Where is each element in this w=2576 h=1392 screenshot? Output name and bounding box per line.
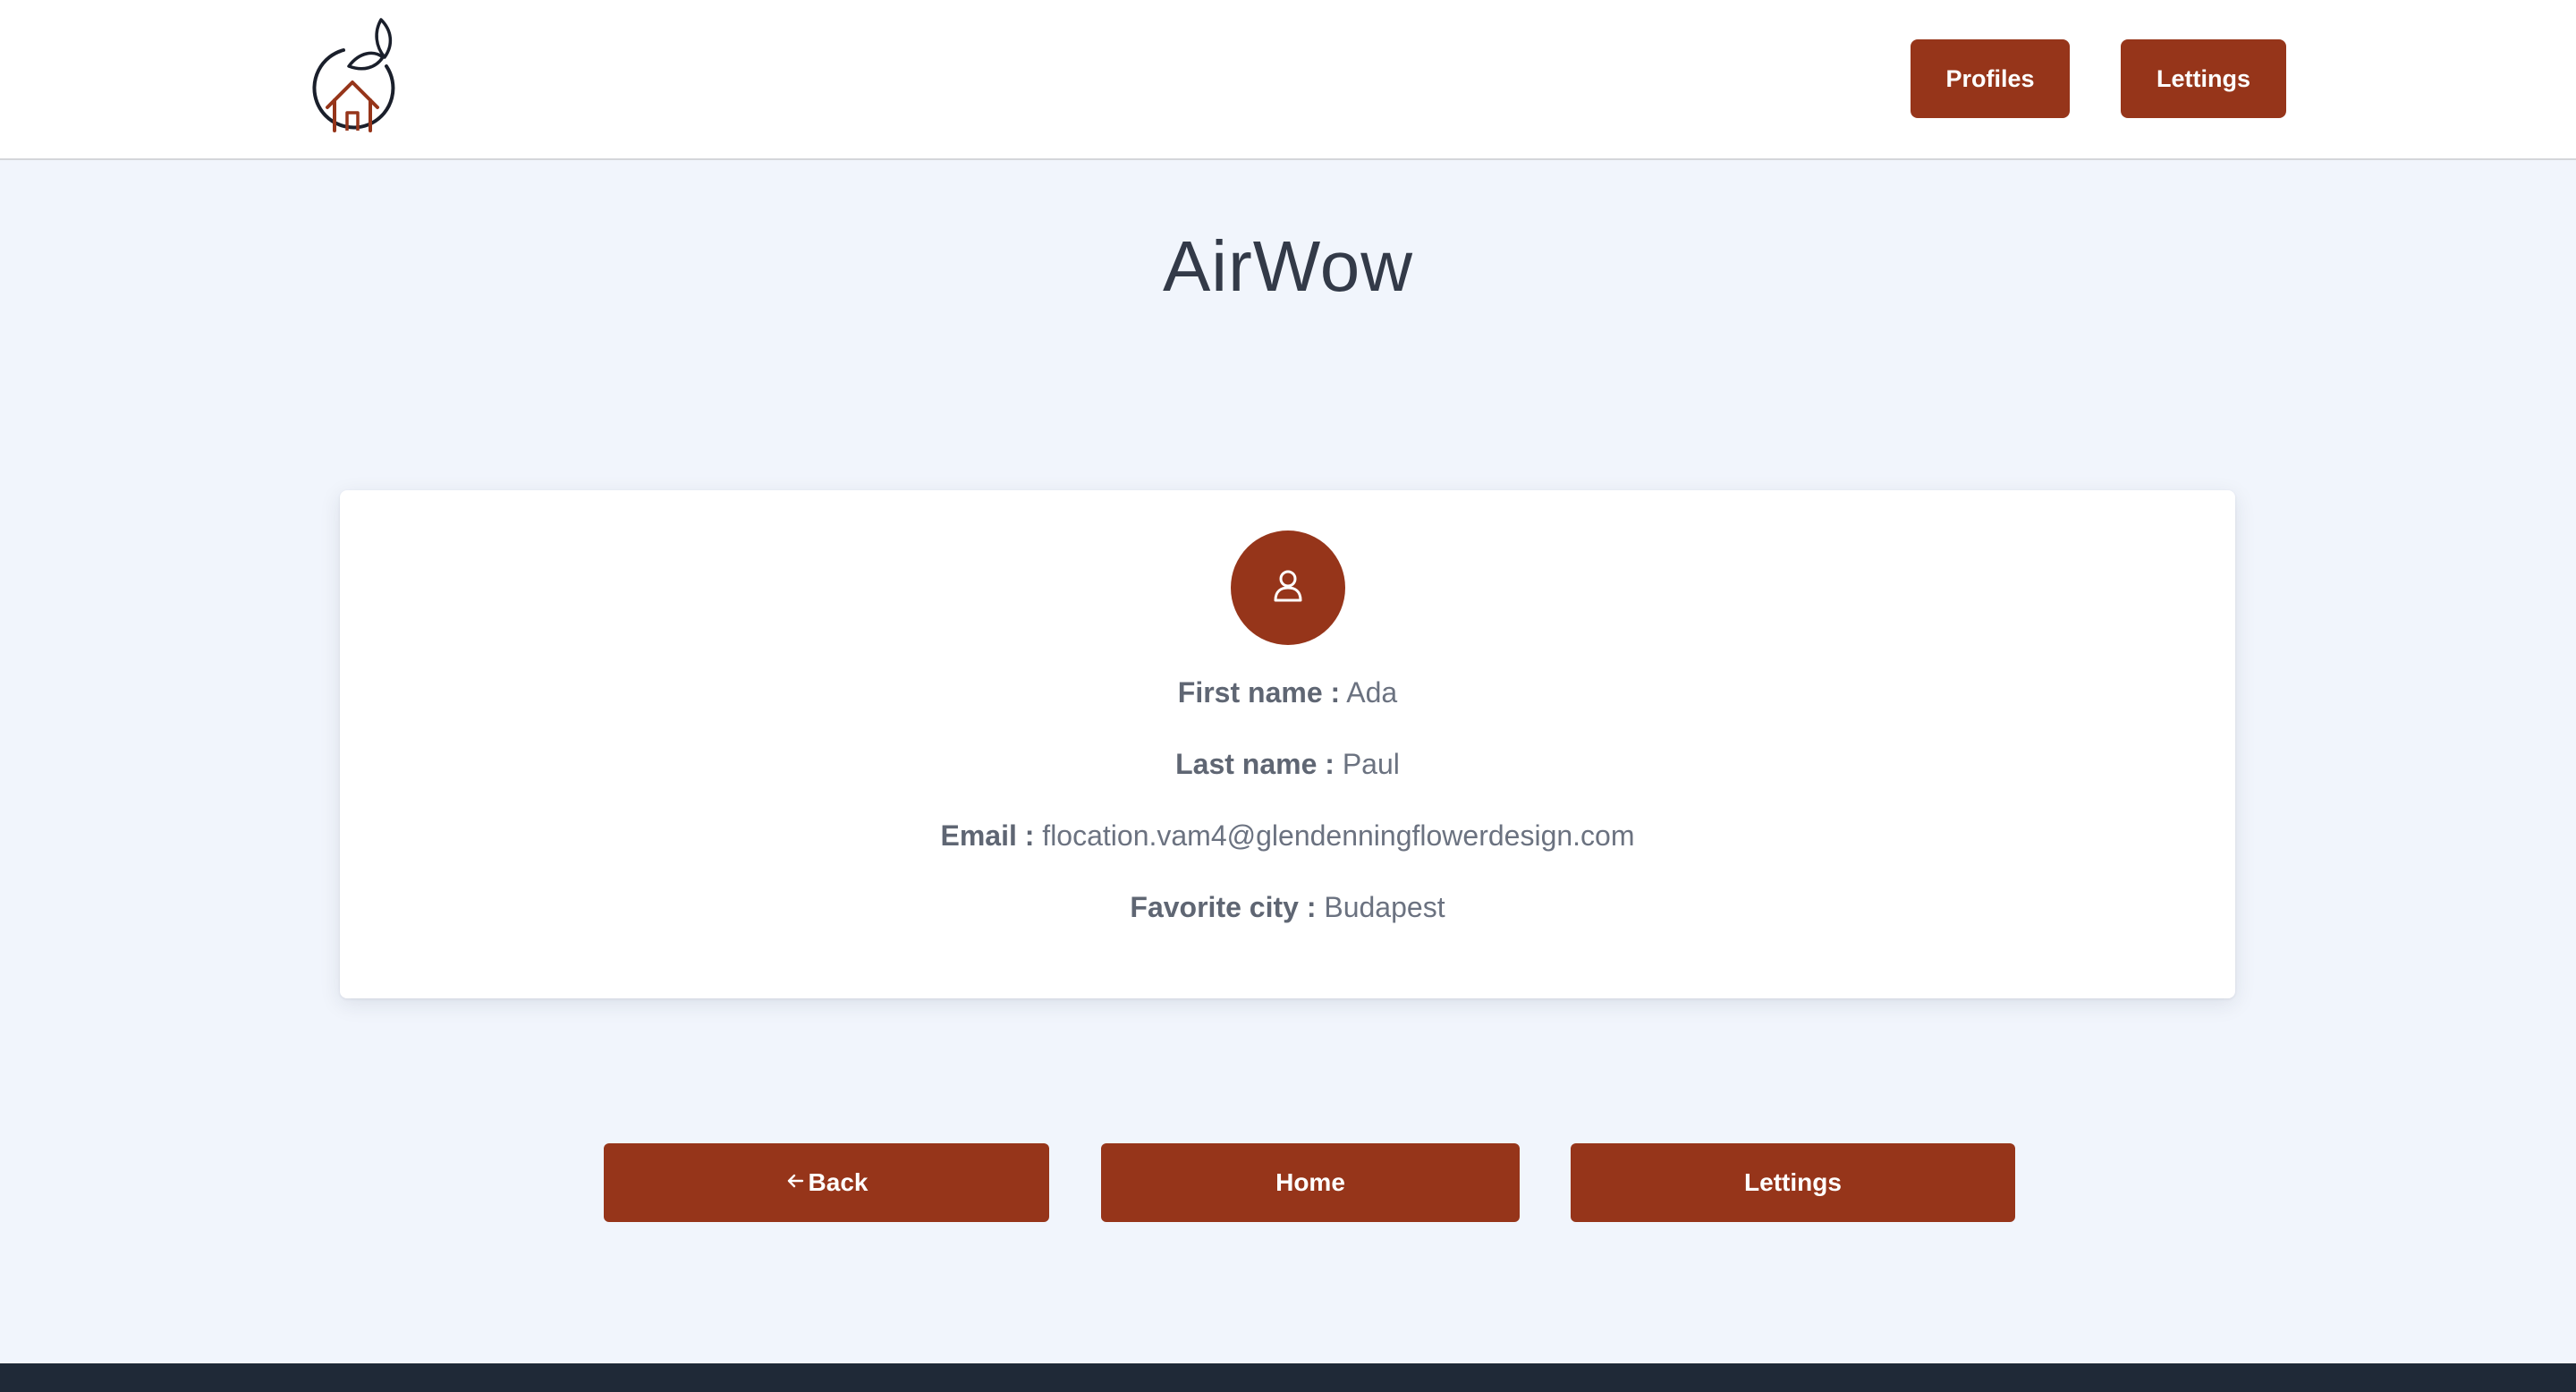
email-label: Email : — [940, 819, 1035, 852]
last-name-value: Paul — [1342, 748, 1400, 780]
nav-profiles-button[interactable]: Profiles — [1911, 39, 2070, 118]
favorite-city-value: Budapest — [1324, 891, 1445, 923]
page-title: AirWow — [1162, 226, 1414, 306]
back-button[interactable]: Back — [604, 1143, 1049, 1222]
favorite-city-field: Favorite city : Budapest — [340, 889, 2235, 925]
site-footer — [0, 1363, 2576, 1392]
home-button[interactable]: Home — [1101, 1143, 1520, 1222]
profile-card: First name : Ada Last name : Paul Email … — [340, 490, 2235, 998]
email-value: flocation.vam4@glendenningflowerdesign.c… — [1042, 819, 1635, 852]
house-peach-logo-icon[interactable] — [308, 16, 401, 141]
first-name-label: First name : — [1177, 676, 1341, 709]
user-icon — [1268, 566, 1308, 610]
lettings-button[interactable]: Lettings — [1571, 1143, 2015, 1222]
first-name-field: First name : Ada — [340, 675, 2235, 710]
nav-lettings-button[interactable]: Lettings — [2121, 39, 2286, 118]
avatar — [1231, 530, 1345, 645]
last-name-field: Last name : Paul — [340, 746, 2235, 782]
first-name-value: Ada — [1346, 676, 1398, 709]
site-header: Profiles Lettings — [0, 0, 2576, 160]
last-name-label: Last name : — [1175, 748, 1335, 780]
arrow-left-icon — [785, 1168, 805, 1197]
back-button-label: Back — [808, 1168, 869, 1196]
favorite-city-label: Favorite city : — [1130, 891, 1317, 923]
email-field: Email : flocation.vam4@glendenningflower… — [340, 818, 2235, 853]
